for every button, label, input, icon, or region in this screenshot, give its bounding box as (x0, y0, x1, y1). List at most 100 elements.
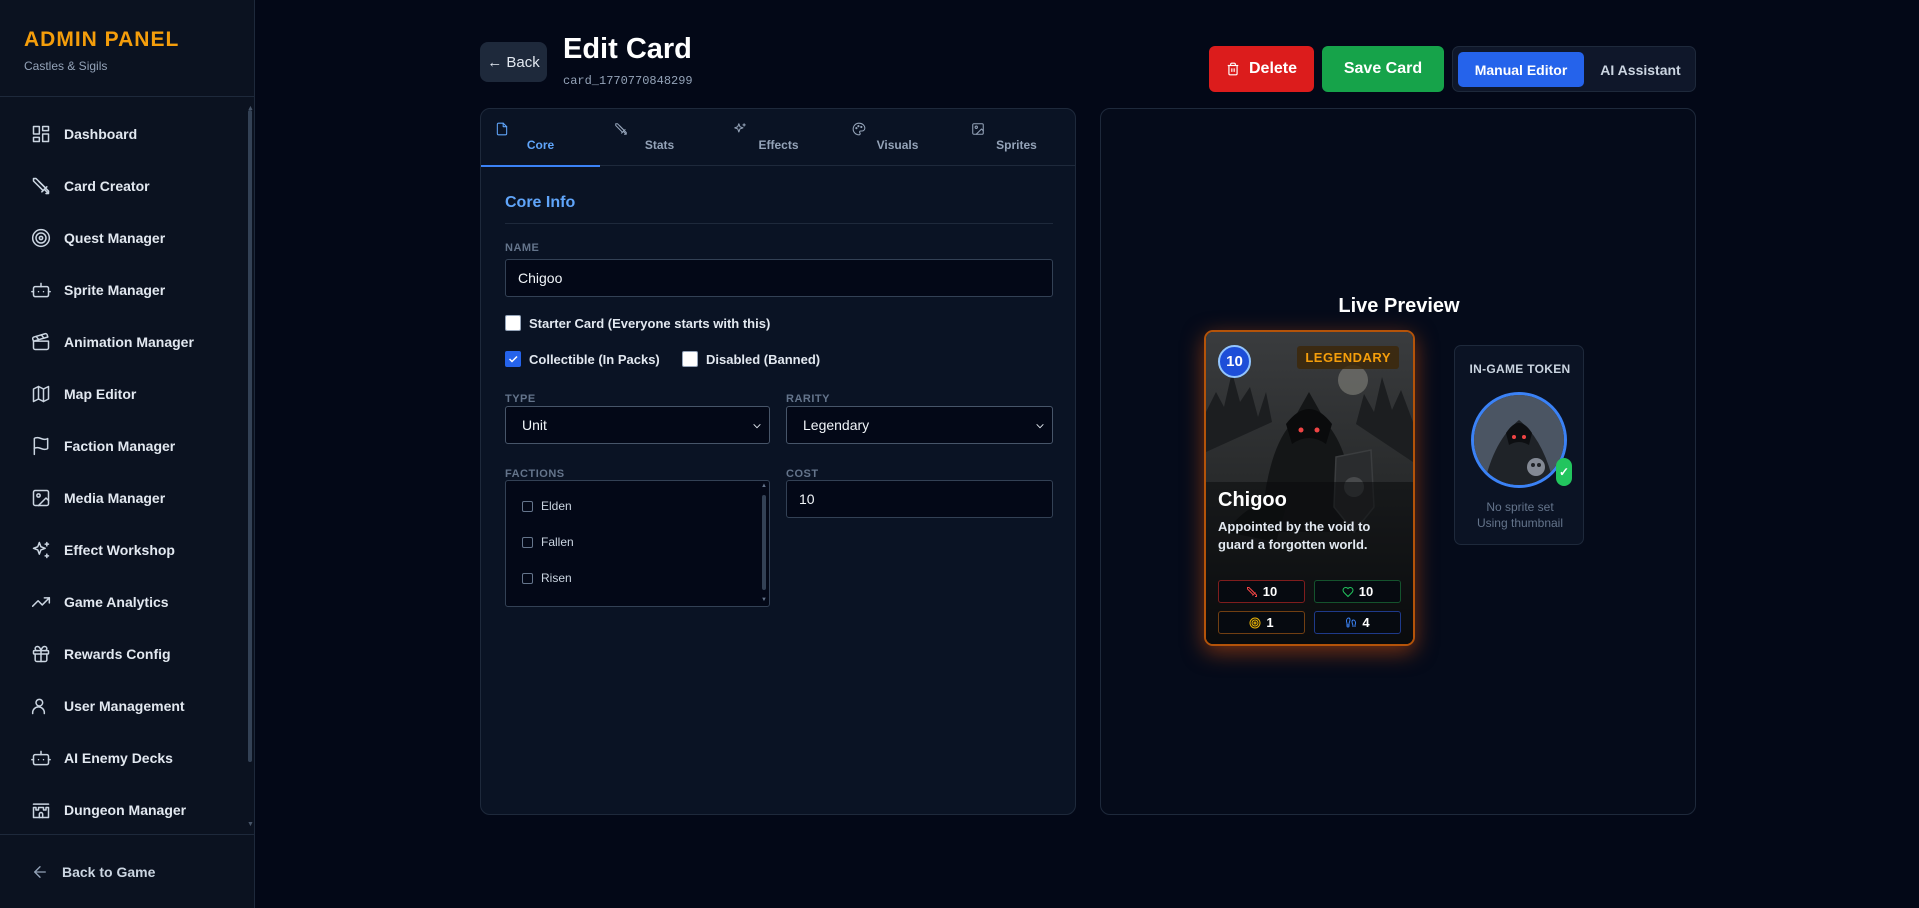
image-icon (972, 123, 984, 135)
tab-core[interactable]: Core (481, 109, 600, 167)
scroll-down-arrow-icon[interactable]: ▼ (761, 597, 767, 603)
section-title: Core Info (505, 194, 576, 211)
sidebar-item-ai-enemy-decks[interactable]: AI Enemy Decks (0, 732, 247, 784)
sidebar-item-map-editor[interactable]: Map Editor (0, 368, 247, 420)
disabled-checkbox[interactable]: Disabled (Banned) (682, 351, 820, 367)
swords-icon (615, 123, 627, 135)
card-description: Appointed by the void to guard a forgott… (1218, 519, 1371, 552)
faction-option-risen[interactable]: Risen (522, 571, 572, 585)
token-note-line2: Using thumbnail (1476, 516, 1564, 530)
card-id: card_1770770848299 (563, 74, 693, 88)
sidebar-item-sprite-manager[interactable]: Sprite Manager (0, 264, 247, 316)
sidebar-item-rewards-config[interactable]: Rewards Config (0, 628, 247, 680)
sidebar-item-card-creator[interactable]: Card Creator (0, 160, 247, 212)
sidebar: ADMIN PANEL Castles & Sigils Dashboard C… (0, 0, 255, 908)
file-icon (496, 122, 508, 136)
sidebar-item-dashboard[interactable]: Dashboard (0, 108, 247, 160)
back-to-game-label: Back to Game (62, 863, 156, 880)
sidebar-scroll-thumb[interactable] (248, 110, 252, 762)
health-value: 10 (1358, 584, 1374, 599)
token-artwork (1474, 395, 1564, 485)
preview-title: Live Preview (1338, 295, 1460, 317)
sidebar-item-user-management[interactable]: User Management (0, 680, 247, 732)
target-icon (31, 228, 51, 248)
type-select-value: Unit (522, 417, 547, 433)
collectible-checkbox[interactable]: Collectible (In Packs) (505, 351, 660, 367)
name-input[interactable] (505, 259, 1053, 297)
sidebar-item-label: Faction Manager (64, 438, 176, 454)
in-game-token-preview: IN-GAME TOKEN ✓ No sprite set Using thum… (1454, 345, 1584, 545)
sidebar-nav: Dashboard Card Creator Quest Manager Spr… (0, 108, 247, 836)
tab-label: Effects (758, 138, 799, 152)
sparkles-icon (734, 123, 746, 133)
checkbox-box (522, 536, 533, 548)
name-label: NAME (505, 242, 540, 254)
sidebar-item-dungeon-manager[interactable]: Dungeon Manager (0, 784, 247, 836)
tab-effects[interactable]: Effects (719, 109, 838, 166)
range-value: 1 (1266, 615, 1274, 630)
collectible-label: Collectible (In Packs) (529, 351, 660, 367)
live-preview-panel: Live Preview 10 LEGENDARY Chigoo Appoint… (1100, 108, 1696, 815)
scroll-up-arrow-icon[interactable]: ▲ (761, 483, 767, 489)
card-cost-badge: 10 (1218, 345, 1251, 378)
tab-label: Visuals (876, 138, 919, 152)
brand: ADMIN PANEL Castles & Sigils (0, 0, 254, 97)
sidebar-item-label: Sprite Manager (64, 282, 166, 298)
card-health-stat: 10 (1314, 580, 1401, 603)
sidebar-item-game-analytics[interactable]: Game Analytics (0, 576, 247, 628)
sidebar-item-media-manager[interactable]: Media Manager (0, 472, 247, 524)
factions-scroll-thumb[interactable] (762, 495, 766, 590)
token-note: No sprite set Using thumbnail (1455, 499, 1585, 531)
sidebar-item-label: Media Manager (64, 490, 166, 506)
cost-input[interactable] (786, 480, 1053, 518)
disabled-label: Disabled (Banned) (706, 351, 821, 367)
swords-icon (1246, 586, 1257, 597)
sidebar-item-animation-manager[interactable]: Animation Manager (0, 316, 247, 368)
sidebar-item-quest-manager[interactable]: Quest Manager (0, 212, 247, 264)
checkbox-box (522, 572, 533, 584)
save-card-button[interactable]: Save Card (1322, 46, 1444, 92)
starter-card-checkbox[interactable]: Starter Card (Everyone starts with this) (505, 315, 770, 331)
dashboard-icon (32, 125, 50, 143)
sidebar-item-faction-manager[interactable]: Faction Manager (0, 420, 247, 472)
faction-option-fallen[interactable]: Fallen (522, 535, 574, 549)
rarity-select[interactable]: Legendary (786, 406, 1053, 444)
type-select[interactable]: Unit (505, 406, 770, 444)
section-divider (505, 223, 1053, 224)
factions-list: Elden Fallen Risen ▲ ▼ (505, 480, 770, 607)
ai-assistant-button[interactable]: AI Assistant (1589, 52, 1692, 87)
checkbox-box (682, 351, 698, 367)
swords-icon (32, 177, 50, 195)
trash-icon (1227, 62, 1239, 76)
tab-sprites[interactable]: Sprites (957, 109, 1075, 166)
back-button[interactable]: ← Back (480, 42, 547, 82)
back-to-game-link[interactable]: Back to Game (0, 834, 255, 908)
faction-label: Risen (541, 571, 572, 585)
editor-mode-toggle: Manual Editor AI Assistant (1452, 46, 1696, 92)
tab-visuals[interactable]: Visuals (838, 109, 957, 166)
sidebar-scrollbar[interactable]: ▲ ▼ (247, 105, 254, 828)
cost-label: COST (786, 468, 819, 480)
token-check-badge: ✓ (1556, 458, 1572, 486)
tab-label: Core (526, 138, 555, 152)
card-rarity-badge: LEGENDARY (1297, 346, 1399, 369)
card-preview: 10 LEGENDARY Chigoo Appointed by the voi… (1204, 330, 1415, 646)
flag-icon (33, 436, 49, 456)
sidebar-item-label: User Management (64, 698, 185, 714)
tab-stats[interactable]: Stats (600, 109, 719, 166)
sidebar-item-label: Rewards Config (64, 646, 171, 662)
checkbox-box (505, 315, 521, 331)
sidebar-item-label: Animation Manager (64, 334, 194, 350)
faction-option-elden[interactable]: Elden (522, 499, 572, 513)
tab-label: Sprites (996, 138, 1037, 152)
tab-label: Stats (644, 138, 675, 152)
sidebar-item-effect-workshop[interactable]: Effect Workshop (0, 524, 247, 576)
card-name: Chigoo (1218, 489, 1287, 511)
movement-value: 4 (1362, 615, 1370, 630)
manual-editor-button[interactable]: Manual Editor (1458, 52, 1584, 87)
scroll-down-arrow-icon[interactable]: ▼ (247, 821, 254, 828)
sidebar-item-label: Game Analytics (64, 594, 169, 610)
faction-label: Elden (541, 499, 572, 513)
delete-button[interactable]: Delete (1209, 46, 1314, 92)
chevron-down-icon (1036, 424, 1044, 429)
